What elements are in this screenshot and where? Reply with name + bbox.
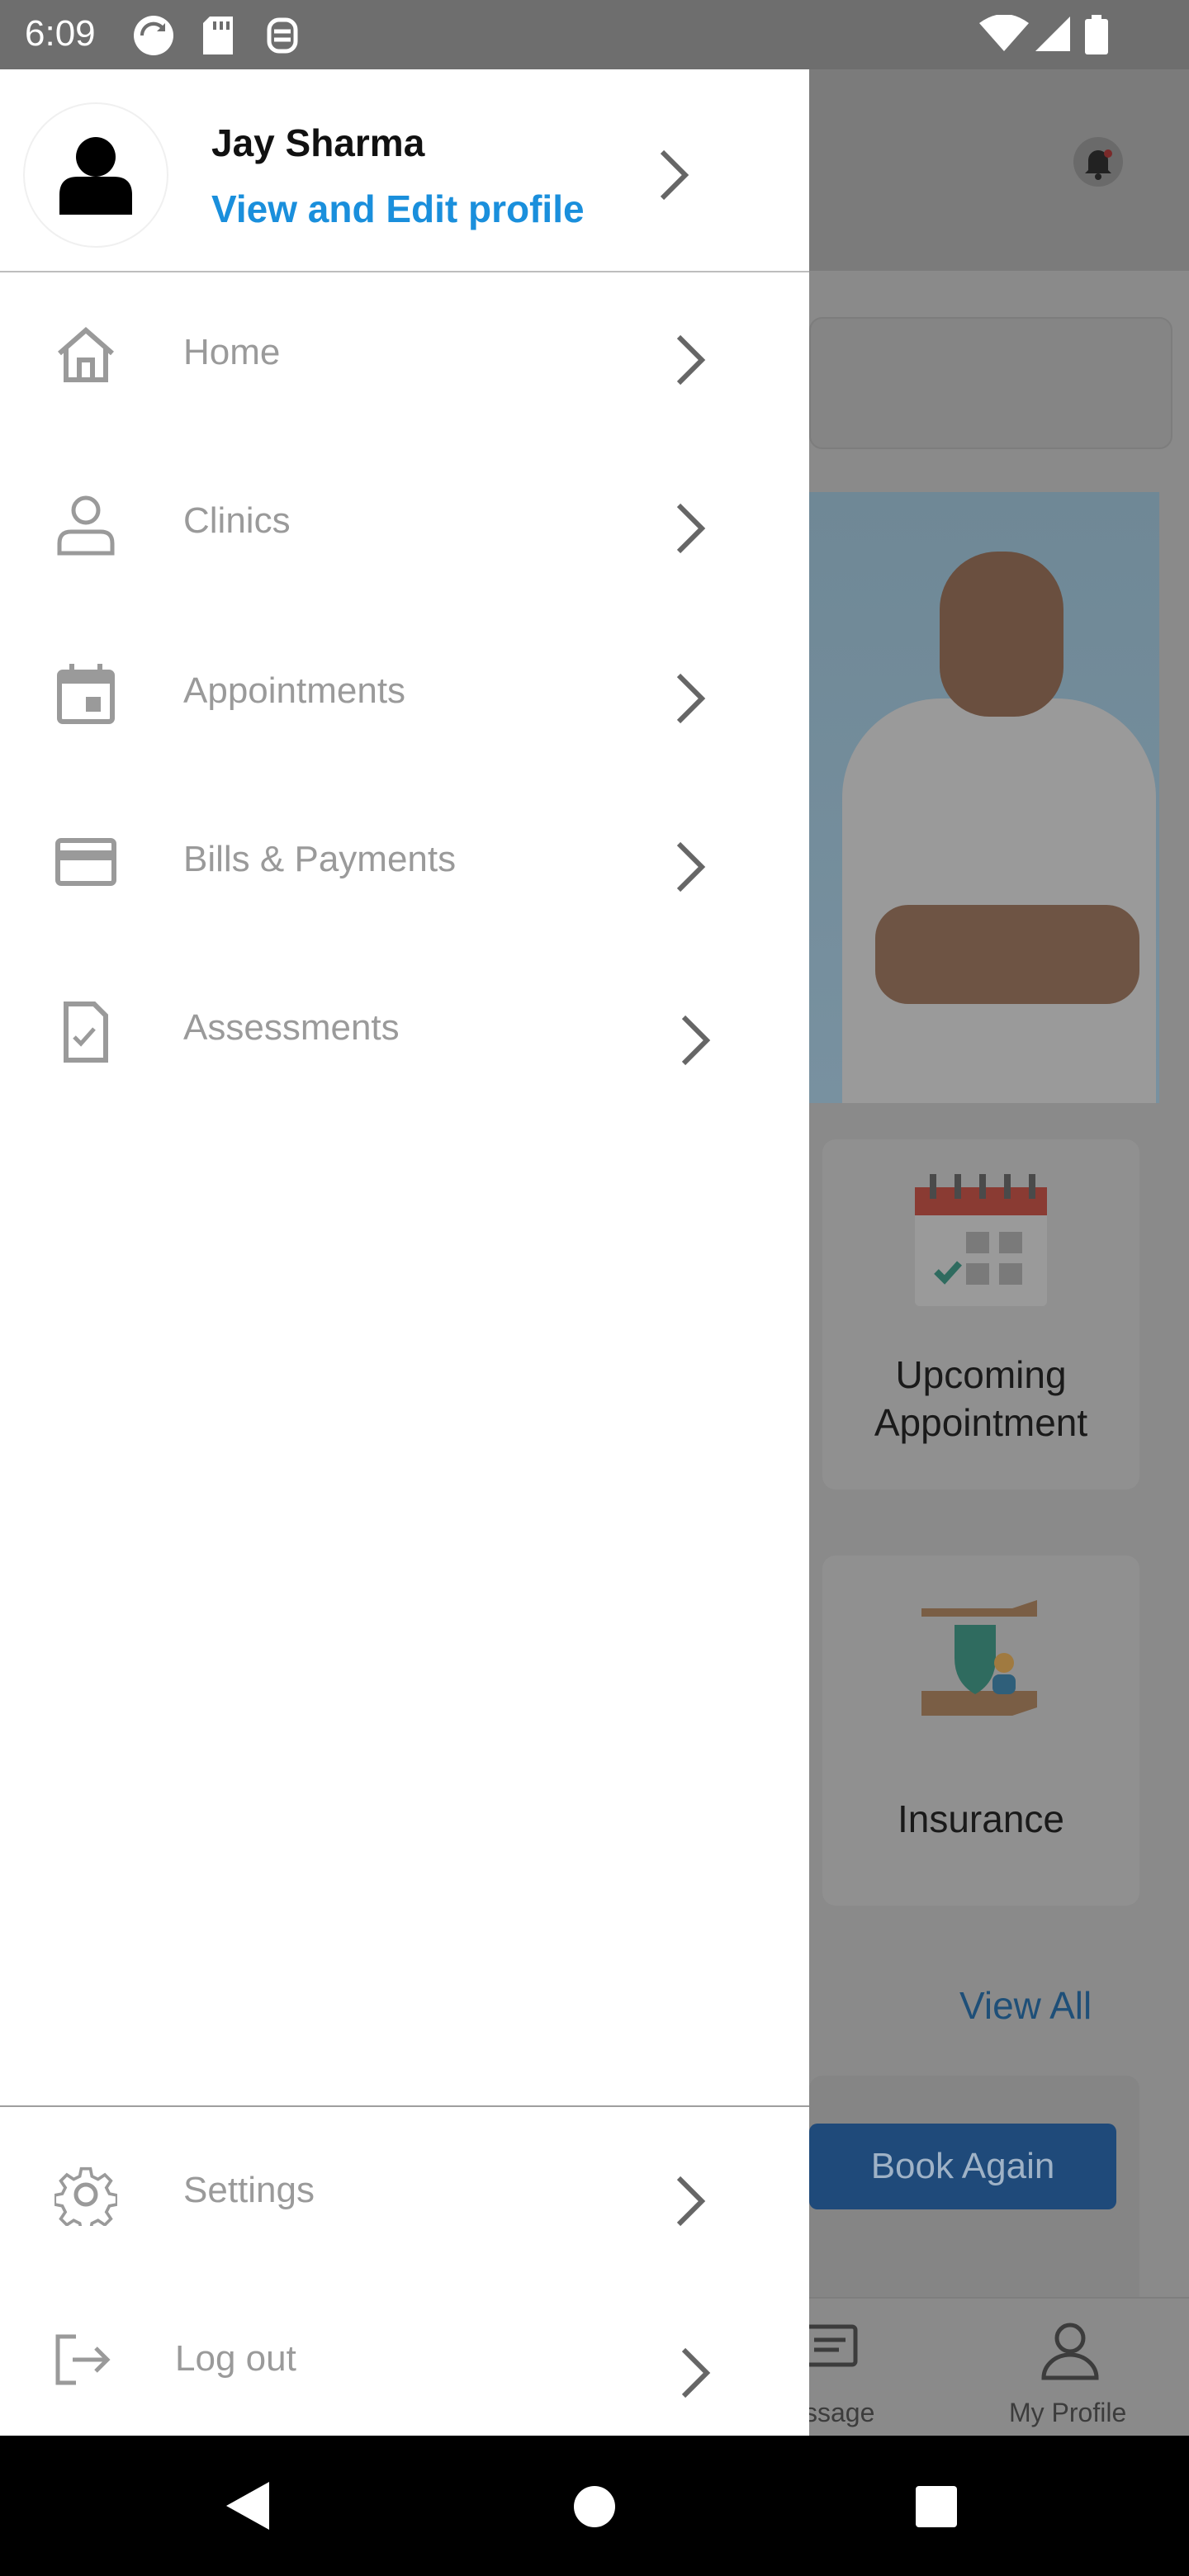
- upcoming-appointment-card: Upcoming Appointment: [822, 1139, 1139, 1489]
- battery-icon: [1085, 15, 1108, 54]
- menu-item-clinics[interactable]: Clinics: [0, 441, 809, 606]
- wifi-icon: [979, 15, 1029, 51]
- book-again-button: Book Again: [809, 2124, 1116, 2209]
- status-time: 6:09: [25, 13, 96, 54]
- person-icon: [57, 495, 115, 556]
- back-icon[interactable]: [225, 2480, 271, 2531]
- menu-item-logout[interactable]: Log out: [0, 2277, 809, 2442]
- insurance-label: Insurance: [897, 1797, 1064, 1840]
- upcoming-appointment-label: Upcoming Appointment: [874, 1353, 1088, 1444]
- notification-bell-icon: [1073, 137, 1123, 187]
- chevron-right-icon: [676, 334, 706, 386]
- view-all-link: View All: [959, 1984, 1092, 2027]
- sync-icon: [134, 16, 173, 55]
- menu-item-appointments[interactable]: Appointments: [0, 611, 809, 776]
- system-navigation-bar: [0, 2436, 1189, 2576]
- sd-card-icon: [203, 17, 233, 54]
- doctor-banner-image: [809, 492, 1159, 1103]
- calendar-icon: [57, 664, 115, 724]
- insurance-illustration-icon: [921, 1600, 1037, 1716]
- user-avatar-icon: [59, 137, 132, 215]
- menu-item-label: Assessments: [183, 1007, 400, 1048]
- document-check-icon: [64, 1002, 108, 1063]
- background-screen: Upcoming Appointment Insurance View All …: [809, 69, 1189, 2436]
- menu-item-settings[interactable]: Settings: [0, 2109, 809, 2274]
- navigation-drawer: Jay Sharma View and Edit profile Home Cl…: [0, 69, 809, 2436]
- chevron-right-icon: [676, 673, 706, 724]
- chevron-right-icon: [676, 2176, 706, 2227]
- status-bar: 6:09: [0, 0, 1189, 69]
- insurance-card: Insurance: [822, 1556, 1139, 1906]
- menu-item-label: Settings: [183, 2170, 315, 2210]
- logout-icon: [55, 2334, 111, 2385]
- profile-header[interactable]: Jay Sharma View and Edit profile: [0, 69, 809, 272]
- calendar-illustration-icon: [915, 1174, 1047, 1306]
- recents-icon[interactable]: [915, 2485, 958, 2528]
- chevron-right-icon: [676, 841, 706, 893]
- chevron-right-icon: [681, 1015, 711, 1066]
- menu-item-label: Bills & Payments: [183, 839, 457, 879]
- menu-item-label: Home: [183, 332, 281, 372]
- my-profile-icon: [1041, 2323, 1099, 2380]
- message-icon: [809, 2324, 858, 2367]
- background-search-bar: [809, 317, 1172, 449]
- home-button-icon[interactable]: [573, 2485, 616, 2528]
- chevron-right-icon: [676, 503, 706, 554]
- profile-name: Jay Sharma: [211, 121, 425, 164]
- menu-item-label: Clinics: [183, 500, 291, 541]
- credit-card-icon: [55, 838, 116, 886]
- menu-item-bills-payments[interactable]: Bills & Payments: [0, 779, 809, 945]
- nav-message-label: ssage: [809, 2398, 875, 2427]
- nav-my-profile-label: My Profile: [1009, 2398, 1127, 2427]
- avatar[interactable]: [23, 102, 168, 248]
- menu-item-assessments[interactable]: Assessments: [0, 948, 809, 1113]
- vpn-icon: [267, 17, 298, 54]
- background-header: [809, 69, 1189, 271]
- menu-item-home[interactable]: Home: [0, 272, 809, 438]
- chevron-right-icon[interactable]: [657, 149, 690, 201]
- menu-item-label: Appointments: [183, 670, 406, 711]
- signal-icon: [1035, 17, 1070, 51]
- home-icon: [58, 327, 114, 382]
- chevron-right-icon: [681, 2347, 711, 2398]
- menu-item-label: Log out: [175, 2338, 296, 2379]
- drawer-divider: [0, 2105, 809, 2107]
- view-edit-profile-link[interactable]: View and Edit profile: [211, 187, 585, 231]
- gear-icon: [54, 2166, 117, 2226]
